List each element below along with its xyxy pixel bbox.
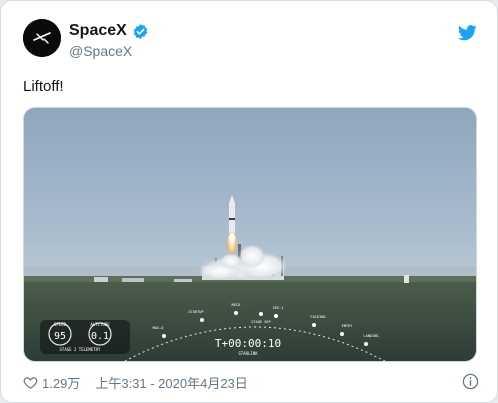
twitter-bird-icon[interactable] xyxy=(458,25,477,41)
avatar[interactable] xyxy=(23,19,61,57)
tweet-timestamp[interactable]: 上午3:31 - 2020年4月23日 xyxy=(95,373,247,392)
telemetry-label: STAGE 2 TELEMETRY xyxy=(60,347,102,352)
event-label: FAIRING xyxy=(310,315,325,319)
spacex-logo-icon xyxy=(23,19,61,57)
tweet-footer: 1.29万 上午3:31 - 2020年4月23日 xyxy=(23,372,479,392)
event-label: STARTUP xyxy=(188,310,203,314)
launch-video[interactable]: SPEED 95 ALTITUDE 0.1 STAGE 2 TELEMETRY … xyxy=(23,107,477,362)
author-name-row[interactable]: SpaceX xyxy=(69,22,149,40)
event-label: MAX-Q xyxy=(153,326,164,330)
event-label: ENTRY xyxy=(342,324,354,328)
heart-icon xyxy=(23,376,38,389)
altitude-value: 0.1 xyxy=(91,331,109,342)
info-icon[interactable] xyxy=(462,373,479,390)
speed-label: SPEED xyxy=(54,322,67,327)
mission-name: STARLINK xyxy=(238,351,258,356)
altitude-label: ALTITUDE xyxy=(90,322,110,327)
launch-video-frame: SPEED 95 ALTITUDE 0.1 STAGE 2 TELEMETRY … xyxy=(24,108,476,361)
speed-value: 95 xyxy=(54,331,66,342)
like-count: 1.29万 xyxy=(42,375,81,391)
mission-timer: T+00:00:10 xyxy=(215,337,281,350)
event-label: SES-1 xyxy=(273,306,284,310)
tweet-card: SpaceX @SpaceX Liftoff! SPEED 95 ALTITUD… xyxy=(0,0,498,403)
like-button[interactable]: 1.29万 xyxy=(23,373,80,392)
event-label: MECO xyxy=(232,303,241,307)
user-handle[interactable]: @SpaceX xyxy=(69,43,132,59)
event-label: STAGE SEP xyxy=(251,320,270,324)
tweet-text: Liftoff! xyxy=(23,78,64,95)
event-label: LANDING xyxy=(363,334,378,338)
display-name[interactable]: SpaceX xyxy=(69,22,127,40)
verified-badge-icon xyxy=(133,23,148,39)
